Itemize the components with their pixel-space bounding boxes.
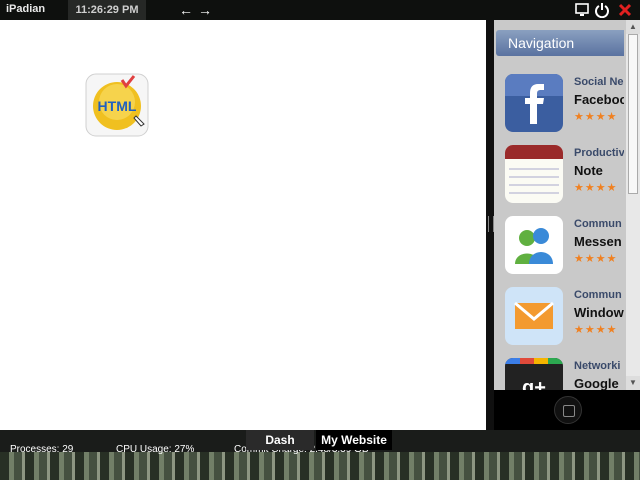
brand-label: iPadian [6, 3, 46, 15]
wallpaper-strip [0, 452, 640, 480]
notepad-icon [505, 145, 563, 203]
navigation-scrollbar[interactable]: ▲ ▼ [626, 20, 640, 390]
rating-stars: ★★★★ [574, 182, 618, 194]
left-arrow-icon[interactable]: ← [178, 1, 194, 19]
dash-button[interactable]: Dash [246, 430, 314, 450]
nav-item-facebook[interactable]: Social Ne Faceboo ★★★★ [494, 68, 624, 136]
mail-icon [505, 287, 563, 345]
home-square-icon [563, 405, 575, 417]
facebook-icon [505, 74, 563, 132]
scroll-down-icon[interactable]: ▼ [626, 376, 640, 390]
navigation-title: Navigation [508, 35, 575, 51]
nav-item-windows-mail[interactable]: Commun Window ★★★★ [494, 281, 624, 349]
processes-status: Processes: 29 [10, 444, 74, 455]
home-button[interactable] [554, 396, 582, 424]
svg-text:g+: g+ [522, 377, 546, 390]
rating-stars: ★★★★ [574, 324, 618, 336]
nav-item-category: Commun [574, 218, 622, 230]
nav-item-category: Productiv [574, 147, 624, 159]
google-plus-icon: g+ [505, 358, 563, 390]
nav-item-google-plus[interactable]: g+ Networki Google ★★★★ [494, 352, 624, 390]
power-icon[interactable] [594, 2, 610, 18]
close-icon[interactable] [617, 2, 633, 18]
nav-item-category: Social Ne [574, 76, 624, 88]
navigation-panel: Navigation Social Ne Faceboo ★★★★ Produc… [494, 20, 640, 390]
navigation-header: Navigation [496, 30, 624, 56]
scroll-up-icon[interactable]: ▲ [626, 20, 640, 34]
nav-item-name: Google [574, 376, 619, 390]
scroll-thumb[interactable] [628, 34, 638, 194]
messenger-icon [505, 216, 563, 274]
nav-item-category: Commun [574, 289, 622, 301]
nav-item-name: Note [574, 163, 603, 178]
right-arrow-icon[interactable]: → [197, 1, 213, 19]
rating-stars: ★★★★ [574, 253, 618, 265]
html-app-label: HTML [98, 98, 137, 114]
top-bar: iPadian 11:26:29 PM ← → [0, 0, 640, 20]
nav-item-name: Window [574, 305, 624, 320]
nav-item-messenger[interactable]: Commun Messen ★★★★ [494, 210, 624, 278]
cpu-status: CPU Usage: 27% [116, 444, 195, 455]
monitor-icon[interactable] [574, 2, 590, 18]
main-content-area[interactable] [0, 20, 486, 430]
nav-item-name: Faceboo [574, 92, 624, 107]
nav-item-note[interactable]: Productiv Note ★★★★ [494, 139, 624, 207]
clock: 11:26:29 PM [68, 0, 146, 20]
nav-item-name: Messen [574, 234, 622, 249]
html-app-icon[interactable]: HTML [84, 72, 150, 138]
nav-item-category: Networki [574, 360, 621, 372]
my-website-button[interactable]: My Website [316, 430, 392, 450]
rating-stars: ★★★★ [574, 111, 618, 123]
